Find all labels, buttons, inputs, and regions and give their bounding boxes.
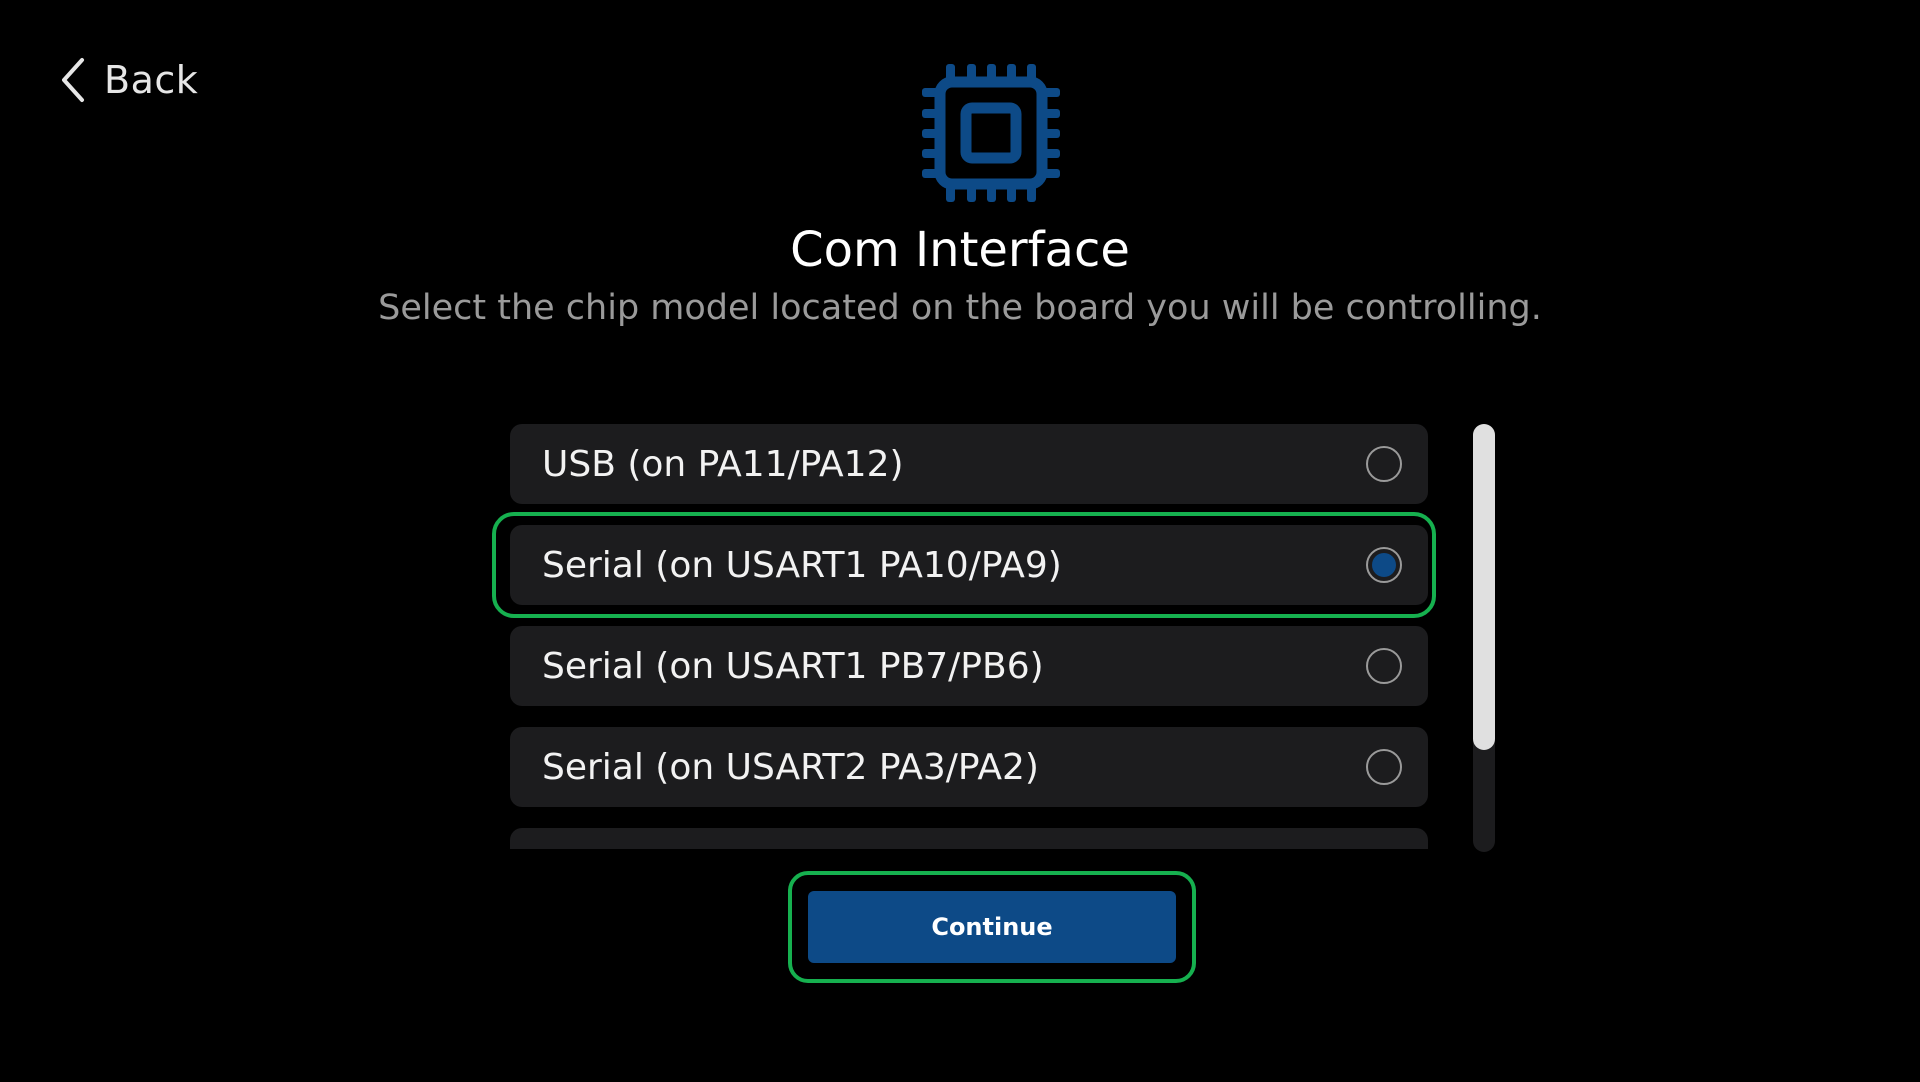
continue-button[interactable]: Continue — [808, 891, 1176, 963]
com-interface-list: USB (on PA11/PA12) Serial (on USART1 PA1… — [510, 424, 1430, 849]
option-usb-pa11-pa12[interactable]: USB (on PA11/PA12) — [510, 424, 1428, 504]
page-subtitle: Select the chip model located on the boa… — [378, 288, 1542, 328]
chevron-left-icon — [62, 58, 84, 102]
option-serial-usart1-pa10-pa9[interactable]: Serial (on USART1 PA10/PA9) — [510, 525, 1428, 605]
scrollbar-thumb[interactable] — [1473, 424, 1495, 750]
option-label: Serial (on USART2 PA3/PA2) — [542, 746, 1039, 788]
chip-icon — [922, 64, 1060, 202]
option-partially-visible[interactable] — [510, 828, 1428, 849]
back-label: Back — [104, 58, 199, 102]
option-label: Serial (on USART1 PA10/PA9) — [542, 544, 1062, 586]
option-label: Serial (on USART1 PB7/PB6) — [542, 645, 1044, 687]
back-button[interactable]: Back — [60, 52, 198, 108]
radio-button-selected[interactable] — [1366, 547, 1402, 583]
continue-label: Continue — [931, 913, 1053, 941]
option-serial-usart1-pb7-pb6[interactable]: Serial (on USART1 PB7/PB6) — [510, 626, 1428, 706]
option-label: USB (on PA11/PA12) — [542, 443, 904, 485]
list-scrollbar[interactable] — [1473, 424, 1495, 852]
page-title: Com Interface — [790, 222, 1130, 278]
option-serial-usart2-pa3-pa2[interactable]: Serial (on USART2 PA3/PA2) — [510, 727, 1428, 807]
radio-button[interactable] — [1366, 446, 1402, 482]
radio-button[interactable] — [1366, 648, 1402, 684]
com-interface-screen: Back Com Interface Select the chip model… — [0, 0, 1920, 1082]
radio-button[interactable] — [1366, 749, 1402, 785]
